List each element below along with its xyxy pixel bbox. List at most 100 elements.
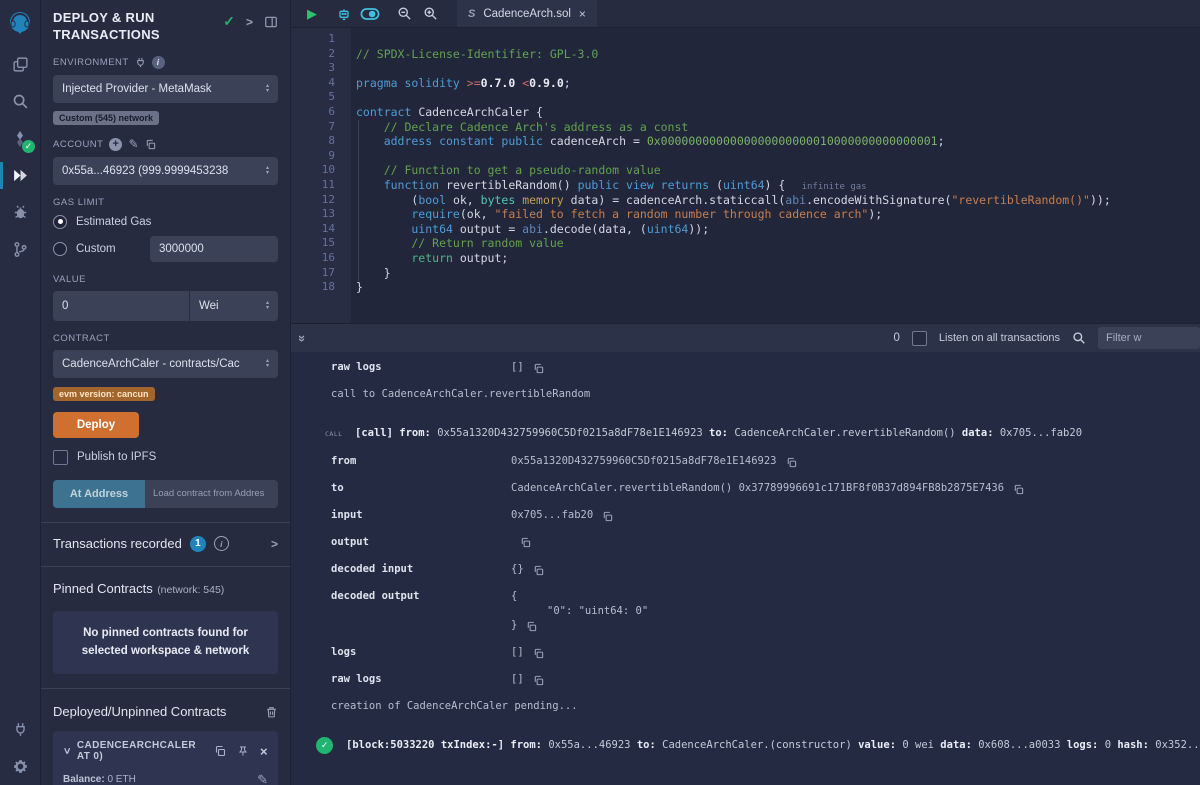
custom-gas-radio[interactable]: [53, 242, 67, 256]
code-line[interactable]: 15 // Return random value: [291, 236, 1200, 251]
terminal-filter-input[interactable]: [1098, 327, 1200, 349]
contract-select[interactable]: CadenceArchCaler - contracts/Cac ▴▾: [53, 350, 278, 378]
contract-label: CONTRACT: [53, 333, 278, 344]
ai-assistant-icon[interactable]: [331, 0, 357, 27]
transactions-info-icon[interactable]: i: [214, 536, 229, 551]
terminal-row-label: decoded output: [331, 590, 511, 602]
settings-icon[interactable]: [0, 748, 40, 785]
main-area: ▶ S CadenceArch.sol × 12// SPDX-License-…: [291, 0, 1200, 785]
terminal-row-value-text: {: [511, 590, 517, 602]
terminal-row-value: []: [511, 646, 544, 658]
code-editor[interactable]: 12// SPDX-License-Identifier: GPL-3.034p…: [291, 28, 1200, 323]
line-number: 15: [291, 236, 351, 251]
code-line[interactable]: 3: [291, 61, 1200, 76]
code-line[interactable]: 14 uint64 output = abi.decode(data, (uin…: [291, 222, 1200, 237]
copy-icon[interactable]: [533, 565, 544, 576]
plug-icon[interactable]: [135, 57, 146, 68]
copy-icon[interactable]: [786, 457, 797, 468]
copy-address-icon[interactable]: [214, 745, 226, 757]
compile-success-badge: ✓: [22, 140, 35, 153]
zoom-in-icon[interactable]: [417, 0, 443, 27]
terminal-search-icon[interactable]: [1072, 331, 1086, 345]
collapse-contract-icon[interactable]: >: [60, 748, 72, 755]
publish-ipfs-checkbox[interactable]: [53, 450, 68, 465]
copy-account-icon[interactable]: [145, 139, 156, 150]
environment-info-icon[interactable]: i: [152, 56, 165, 69]
account-select[interactable]: 0x55a...46923 (999.9999453238 ▴▾: [53, 157, 278, 185]
code-text: // Return random value: [351, 236, 564, 251]
code-line[interactable]: 2// SPDX-License-Identifier: GPL-3.0: [291, 47, 1200, 62]
code-line[interactable]: 4pragma solidity >=0.7.0 <0.9.0;: [291, 76, 1200, 91]
pinned-contracts-title: Pinned Contracts: [53, 581, 153, 596]
collapse-terminal-icon[interactable]: »: [295, 334, 310, 341]
terminal-output[interactable]: raw logs[]call to CadenceArchCaler.rever…: [291, 352, 1200, 785]
copy-icon[interactable]: [533, 648, 544, 659]
pin-contract-icon[interactable]: [237, 745, 249, 757]
file-explorer-icon[interactable]: [0, 46, 40, 83]
copy-icon[interactable]: [533, 675, 544, 686]
trash-icon[interactable]: [265, 705, 278, 719]
custom-gas-input[interactable]: 3000000: [150, 236, 278, 262]
code-line[interactable]: 9: [291, 149, 1200, 164]
add-account-icon[interactable]: +: [109, 138, 122, 151]
copy-icon[interactable]: [1013, 484, 1024, 495]
remove-contract-icon[interactable]: ×: [260, 744, 268, 759]
remix-logo-icon[interactable]: [0, 0, 40, 46]
code-line[interactable]: 10 // Function to get a pseudo-random va…: [291, 163, 1200, 178]
copy-icon[interactable]: [533, 363, 544, 374]
terminal-row-value-text: "0": "uint64: 0": [511, 605, 648, 617]
code-line[interactable]: 8 address constant public cadenceArch = …: [291, 134, 1200, 149]
line-number: 17: [291, 266, 351, 281]
code-line[interactable]: 11 function revertibleRandom() public vi…: [291, 178, 1200, 193]
value-input[interactable]: 0: [53, 291, 189, 321]
value-unit-select[interactable]: Wei ▴▾: [190, 291, 278, 321]
code-token: // SPDX-License-Identifier: GPL-3.0: [356, 47, 598, 61]
plugin-manager-icon[interactable]: [0, 711, 40, 748]
code-line[interactable]: 7 // Declare Cadence Arch's address as a…: [291, 120, 1200, 135]
ai-toggle-icon[interactable]: [357, 0, 383, 27]
environment-select[interactable]: Injected Provider - MetaMask ▴▾: [53, 75, 278, 103]
git-icon[interactable]: [0, 231, 40, 268]
estimated-gas-radio[interactable]: [53, 215, 67, 229]
tab-cadencearch-sol[interactable]: S CadenceArch.sol ×: [457, 0, 597, 27]
at-address-button[interactable]: At Address: [53, 480, 145, 508]
code-line[interactable]: 6contract CadenceArchCaler {: [291, 105, 1200, 120]
code-line[interactable]: 17 }: [291, 266, 1200, 281]
evm-version-badge: evm version: cancun: [53, 387, 155, 401]
debugger-icon[interactable]: [0, 194, 40, 231]
code-line[interactable]: 13 require(ok, "failed to fetch a random…: [291, 207, 1200, 222]
code-line[interactable]: 18}: [291, 280, 1200, 295]
pin-panel-icon[interactable]: [264, 15, 278, 29]
block-token: from:: [510, 739, 548, 751]
code-line[interactable]: 16 return output;: [291, 251, 1200, 266]
edit-account-icon[interactable]: ✎: [128, 138, 139, 150]
close-tab-icon[interactable]: ×: [579, 7, 586, 21]
copy-icon[interactable]: [526, 621, 537, 632]
block-token: value:: [858, 739, 902, 751]
copy-icon[interactable]: [602, 511, 613, 522]
edit-balance-icon[interactable]: ✎: [257, 773, 268, 785]
code-token: // Declare Cadence Arch's address as a c…: [356, 120, 688, 134]
terminal-row-value-text: }: [511, 619, 517, 631]
deploy-button[interactable]: Deploy: [53, 412, 139, 438]
code-line[interactable]: 1: [291, 32, 1200, 47]
deploy-run-icon[interactable]: [0, 157, 40, 194]
solidity-compiler-icon[interactable]: ✓: [0, 120, 40, 157]
search-icon[interactable]: [0, 83, 40, 120]
transactions-recorded-label: Transactions recorded: [53, 536, 182, 551]
code-token: .decode(data, (: [543, 222, 647, 236]
at-address-input[interactable]: Load contract from Addres: [145, 480, 278, 508]
zoom-out-icon[interactable]: [391, 0, 417, 27]
line-number: 6: [291, 105, 351, 120]
terminal-detail-row: toCadenceArchCaler.revertibleRandom() 0x…: [331, 482, 1200, 494]
chevron-right-icon[interactable]: >: [246, 15, 253, 29]
code-line[interactable]: 12 (bool ok, bytes memory data) = cadenc…: [291, 193, 1200, 208]
code-token: }: [356, 266, 391, 280]
code-line[interactable]: 5: [291, 90, 1200, 105]
listen-checkbox[interactable]: [912, 331, 927, 346]
transactions-expand-icon[interactable]: >: [271, 537, 278, 551]
block-token: 0x55a...46923: [548, 739, 637, 751]
run-script-icon[interactable]: ▶: [299, 0, 325, 27]
copy-icon[interactable]: [520, 537, 531, 548]
line-number: 4: [291, 76, 351, 91]
